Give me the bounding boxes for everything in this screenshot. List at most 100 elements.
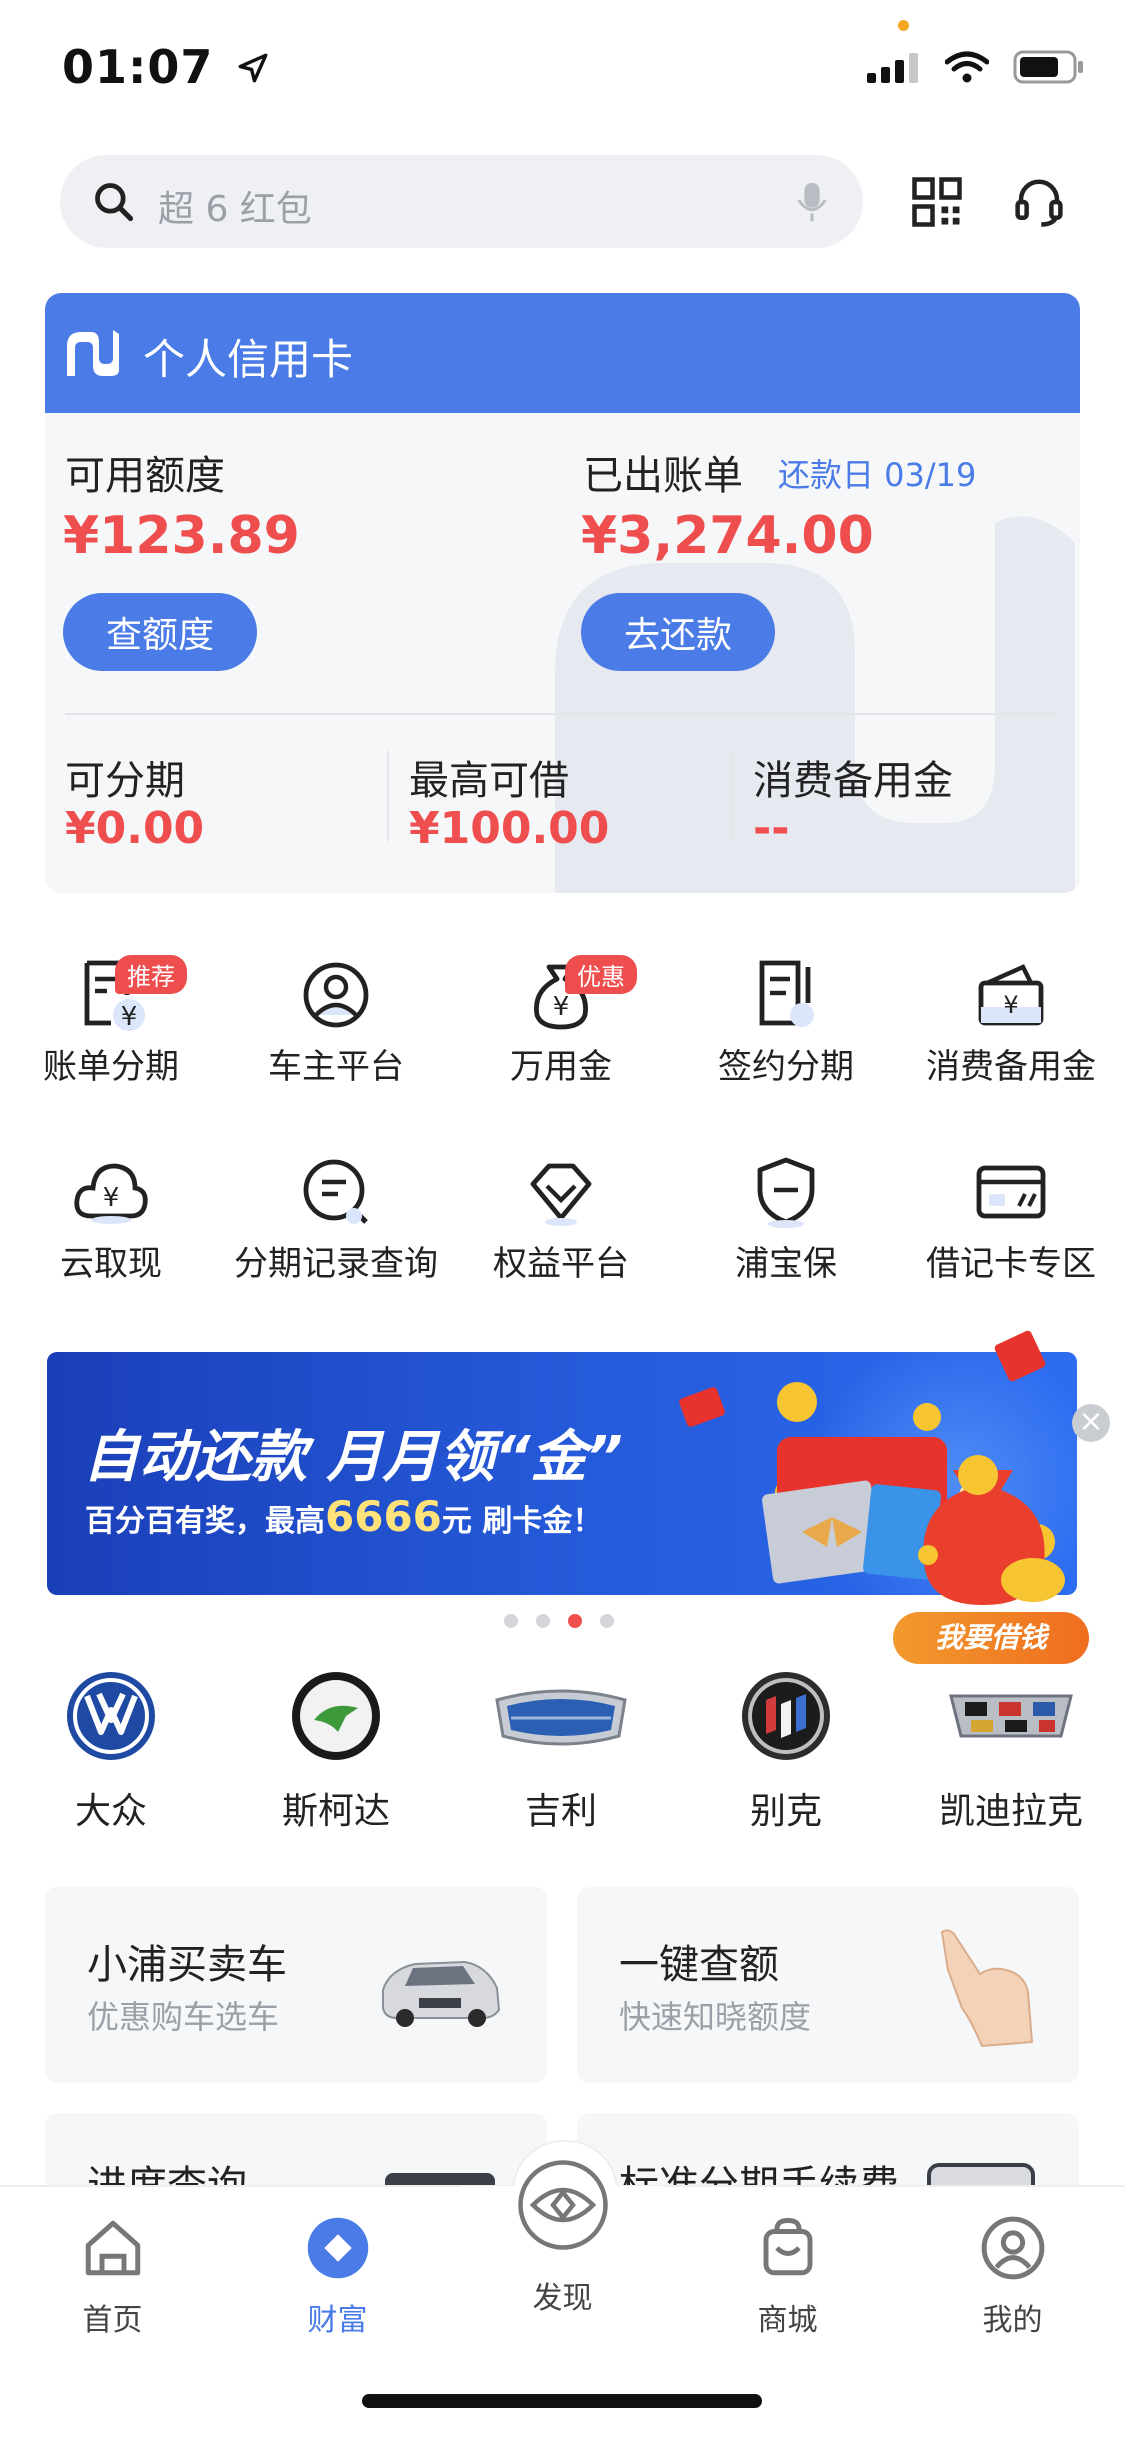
brand-geely[interactable]: 吉利 bbox=[451, 1670, 671, 1834]
service-title: 一键查额 bbox=[619, 1942, 779, 1988]
grid-item-benefits-platform[interactable]: 权益平台 bbox=[451, 1152, 671, 1285]
grid-item-installment-records[interactable]: 分期记录查询 bbox=[226, 1152, 446, 1285]
wifi-icon bbox=[945, 51, 989, 83]
car-image bbox=[382, 1960, 501, 2027]
grid-item-cloud-cash[interactable]: ¥ 云取现 bbox=[1, 1152, 221, 1285]
microphone-icon[interactable] bbox=[796, 181, 828, 223]
discover-icon bbox=[517, 2160, 608, 2250]
service-subtitle: 优惠购车选车 bbox=[87, 1998, 280, 2036]
discount-badge: 优惠 bbox=[565, 955, 637, 994]
contract-icon bbox=[759, 960, 814, 1027]
svg-text:¥: ¥ bbox=[553, 992, 570, 1022]
banner-headline: 自动还款 月月领“金” bbox=[83, 1425, 623, 1490]
pagination-dot[interactable] bbox=[504, 1614, 518, 1628]
search-input[interactable]: 超 6 红包 bbox=[158, 180, 312, 232]
grid-label: 权益平台 bbox=[493, 1244, 629, 1284]
tab-label: 商城 bbox=[757, 2303, 818, 2338]
brand-label: 大众 bbox=[74, 1791, 147, 1832]
check-credit-button[interactable]: 查额度 bbox=[63, 593, 257, 671]
grid-item-bill-installment[interactable]: ¥ 推荐 账单分期 bbox=[1, 955, 221, 1088]
service-subtitle: 快速知晓额度 bbox=[619, 1998, 812, 2036]
grid-item-contract-installment[interactable]: 签约分期 bbox=[676, 955, 896, 1088]
profile-icon bbox=[981, 2216, 1044, 2280]
grid-item-debit-card-zone[interactable]: 借记卡专区 bbox=[901, 1152, 1121, 1285]
banner-subtitle: 百分百有奖，最高6666元 刷卡金！ bbox=[85, 1492, 603, 1541]
tab-home[interactable]: 首页 bbox=[0, 2215, 225, 2339]
shield-icon bbox=[757, 1157, 815, 1228]
max-loan-label[interactable]: 最高可借 bbox=[409, 748, 569, 806]
brand-cadillac[interactable]: 凯迪拉克 bbox=[901, 1670, 1121, 1834]
card-title: 个人信用卡 bbox=[143, 335, 354, 384]
tab-wealth[interactable]: 财富 bbox=[225, 2215, 450, 2339]
cloud-cash-icon: ¥ bbox=[74, 1163, 148, 1224]
qr-scan-icon[interactable] bbox=[910, 175, 964, 229]
grid-label: 消费备用金 bbox=[926, 1047, 1096, 1087]
tab-shop[interactable]: 商城 bbox=[675, 2215, 900, 2339]
grid-label: 借记卡专区 bbox=[926, 1244, 1096, 1284]
customer-service-icon[interactable] bbox=[1012, 175, 1066, 229]
shop-bag-icon bbox=[763, 2218, 812, 2276]
service-title: 小浦买卖车 bbox=[87, 1942, 287, 1988]
credit-card-panel: 个人信用卡 可用额度 ¥123.89 查额度 已出账单 还款日 03/19 ¥3… bbox=[45, 293, 1080, 893]
tab-discover[interactable]: 发现 bbox=[450, 2155, 675, 2317]
pagination-dot[interactable] bbox=[600, 1614, 614, 1628]
grid-label: 万用金 bbox=[510, 1047, 612, 1087]
brand-label: 别克 bbox=[749, 1791, 822, 1832]
svg-text:¥: ¥ bbox=[103, 1183, 120, 1213]
home-icon bbox=[85, 2220, 140, 2276]
banner-pagination bbox=[495, 1613, 623, 1632]
brand-skoda[interactable]: 斯柯达 bbox=[226, 1670, 446, 1834]
location-arrow-icon bbox=[239, 53, 268, 83]
search-icon bbox=[95, 183, 134, 222]
reserve-fund-label[interactable]: 消费备用金 bbox=[753, 748, 953, 806]
spdb-logo-icon bbox=[67, 330, 119, 376]
brand-buick[interactable]: 别克 bbox=[676, 1670, 896, 1834]
buick-logo-icon bbox=[742, 1672, 830, 1760]
reserve-fund-amount: -- bbox=[753, 803, 790, 854]
volkswagen-logo-icon bbox=[67, 1672, 155, 1760]
card-divider-vertical bbox=[732, 751, 734, 841]
tab-label: 财富 bbox=[307, 2303, 368, 2338]
brand-label: 凯迪拉克 bbox=[938, 1791, 1083, 1832]
orange-dot-indicator bbox=[898, 20, 909, 31]
available-credit-amount: ¥123.89 bbox=[63, 506, 300, 566]
pagination-dot-active[interactable] bbox=[568, 1614, 582, 1628]
grid-item-pubaobao[interactable]: 浦宝保 bbox=[676, 1152, 896, 1285]
installment-label[interactable]: 可分期 bbox=[65, 748, 185, 806]
tab-profile[interactable]: 我的 bbox=[900, 2215, 1125, 2339]
grid-item-reserve-fund[interactable]: ¥ 消费备用金 bbox=[901, 955, 1121, 1088]
signal-icon bbox=[867, 53, 918, 83]
installment-amount: ¥0.00 bbox=[65, 803, 205, 854]
card-divider-vertical bbox=[387, 751, 389, 841]
debit-card-icon bbox=[976, 1165, 1046, 1219]
repay-button[interactable]: 去还款 bbox=[581, 593, 775, 671]
pagination-dot[interactable] bbox=[536, 1614, 550, 1628]
borrow-money-float-button[interactable]: 我要借钱 bbox=[893, 1430, 1093, 1670]
battery-icon bbox=[1013, 50, 1083, 84]
grid-label: 签约分期 bbox=[718, 1047, 854, 1087]
borrow-money-label: 我要借钱 bbox=[893, 1612, 1089, 1664]
grid-label: 浦宝保 bbox=[735, 1244, 837, 1284]
brand-volkswagen[interactable]: 大众 bbox=[1, 1670, 221, 1834]
service-card-quick-credit-check[interactable]: 一键查额 快速知晓额度 bbox=[577, 1887, 1079, 2083]
cadillac-logo-icon bbox=[949, 1694, 1073, 1738]
recommend-badge: 推荐 bbox=[115, 955, 187, 994]
home-indicator[interactable] bbox=[362, 2394, 762, 2408]
brand-label: 斯柯达 bbox=[281, 1791, 390, 1832]
tab-label: 首页 bbox=[82, 2303, 143, 2338]
grid-item-universal-money[interactable]: ¥ 优惠 万用金 bbox=[451, 955, 671, 1088]
grid-item-car-owner[interactable]: 车主平台 bbox=[226, 955, 446, 1088]
wallet-icon: ¥ bbox=[978, 964, 1044, 1026]
status-indicators bbox=[867, 50, 1085, 84]
geely-logo-icon bbox=[495, 1689, 627, 1746]
card-divider bbox=[65, 713, 1060, 715]
available-credit-label: 可用额度 bbox=[65, 453, 225, 499]
record-search-icon bbox=[303, 1159, 368, 1224]
brand-label: 吉利 bbox=[524, 1791, 597, 1832]
grid-label: 车主平台 bbox=[268, 1047, 404, 1087]
max-loan-amount: ¥100.00 bbox=[409, 803, 610, 854]
bill-label: 已出账单 bbox=[583, 453, 743, 499]
service-card-car-trade[interactable]: 小浦买卖车 优惠购车选车 bbox=[45, 1887, 547, 2083]
hand-pointer-image bbox=[940, 1929, 1034, 2048]
tab-label: 发现 bbox=[532, 2281, 593, 2316]
